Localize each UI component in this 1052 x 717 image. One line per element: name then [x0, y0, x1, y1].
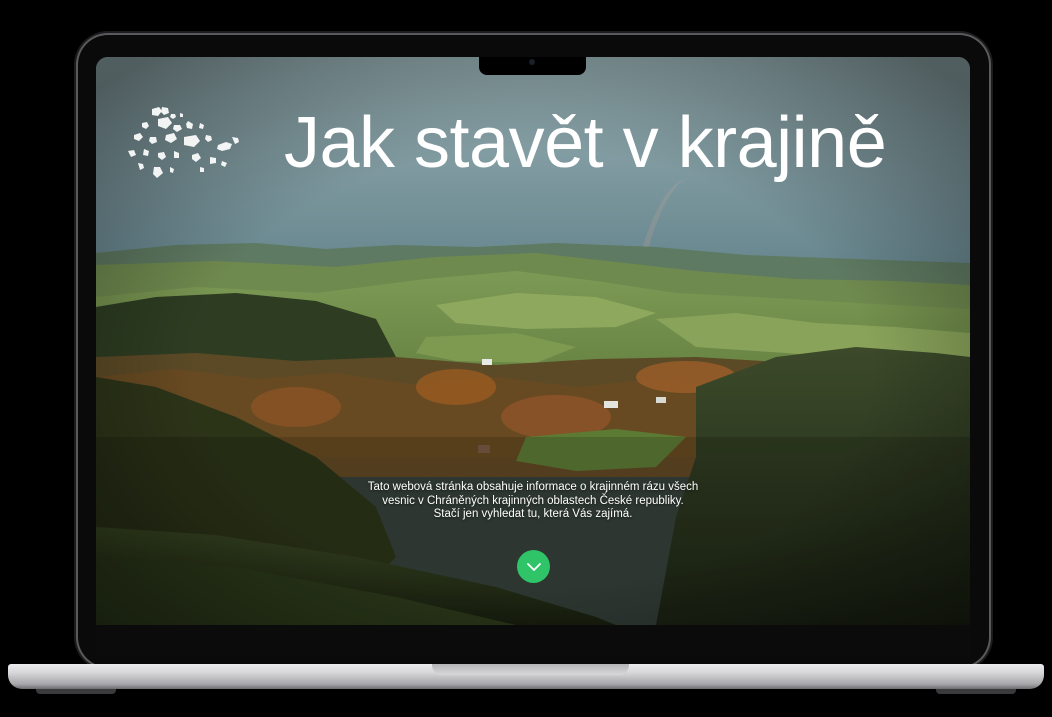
camera-icon — [529, 59, 535, 65]
trackpad-notch — [432, 664, 629, 675]
intro-line: Stačí jen vyhledat tu, která Vás zajímá. — [433, 508, 633, 520]
laptop-screen: Jak stavět v krajině Tato webová stránka… — [96, 57, 970, 625]
laptop-mockup: Jak stavět v krajině Tato webová stránka… — [0, 0, 1052, 717]
intro-line: vesnic v Chráněných krajinných oblastech… — [382, 494, 684, 507]
laptop-foot-left — [36, 689, 116, 694]
scroll-down-button[interactable] — [517, 550, 550, 583]
intro-line: Tato webová stránka obsahuje informace o… — [367, 481, 699, 493]
laptop-foot-right — [936, 689, 1016, 694]
chevron-down-icon — [526, 562, 541, 571]
map-regions-logo-icon — [128, 107, 239, 178]
intro-text: Tato webová stránka obsahuje informace o… — [333, 481, 733, 522]
screen-bezel-bottom — [96, 625, 970, 657]
camera-notch — [479, 57, 586, 75]
page-title: Jak stavět v krajině — [284, 103, 887, 183]
